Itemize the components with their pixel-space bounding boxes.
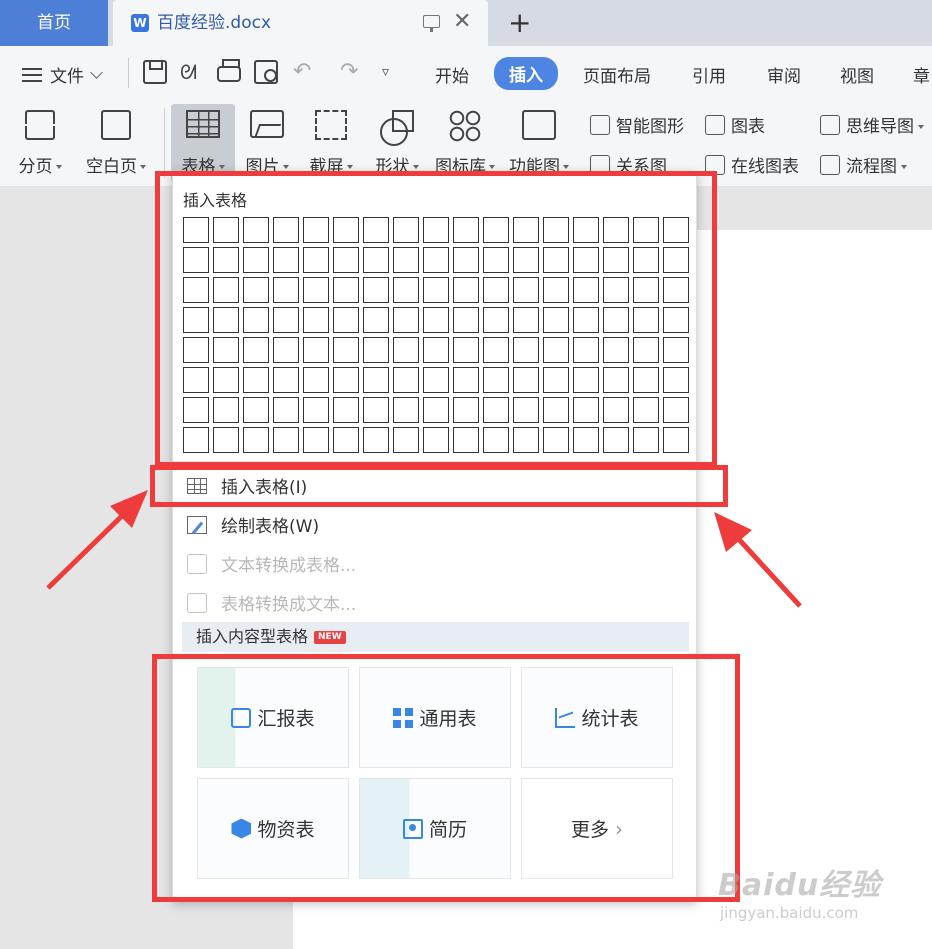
page-break-icon [23, 110, 57, 140]
table-icon [186, 110, 220, 138]
template-report-label: 汇报表 [257, 708, 315, 730]
blank-page-label: 空白页 [80, 152, 152, 177]
word-doc-icon: W [131, 14, 149, 32]
annotation-box-templates [152, 654, 740, 902]
watermark-url: jingyan.baidu.com [720, 904, 859, 922]
baidu-watermark: Baidu经验 jingyan.baidu.com [718, 860, 881, 922]
print-preview-icon[interactable] [254, 60, 278, 84]
online-chart-label: 在线图表 [731, 157, 799, 177]
line-chart-icon [555, 707, 576, 728]
print-icon[interactable] [217, 59, 241, 82]
draw-table-icon [187, 515, 207, 534]
new-tab-button[interactable]: + [508, 6, 531, 40]
mind-map-label: 思维导图 [846, 112, 924, 137]
ribbon-divider [164, 108, 165, 178]
hamburger-icon [22, 67, 42, 82]
template-resume-label: 简历 [428, 819, 467, 841]
picture-icon [250, 110, 284, 138]
table-to-text-label: 表格转换成文本... [221, 595, 357, 615]
flowchart-button[interactable]: 流程图 [820, 152, 907, 177]
file-menu-label: 文件 [50, 67, 84, 87]
undo-icon[interactable]: ↶ [293, 60, 317, 84]
text-to-table-icon [187, 553, 207, 574]
menu-insert[interactable]: 插入 [494, 57, 558, 90]
tab-home[interactable]: 首页 [0, 0, 108, 46]
online-chart-button[interactable]: 在线图表 [705, 152, 799, 177]
report-icon [231, 707, 252, 728]
template-more-label: 更多 [570, 819, 609, 841]
chart-button[interactable]: 图表 [705, 112, 765, 137]
blank-page-button[interactable]: 空白页 [80, 104, 152, 182]
menu-chapter[interactable]: 章 [913, 62, 930, 87]
template-materials-label: 物资表 [257, 819, 315, 841]
close-tab-icon[interactable]: ✕ [453, 8, 471, 36]
flowchart-icon [820, 154, 840, 175]
screenshot-icon [315, 110, 347, 140]
smart-art-label: 智能图形 [616, 117, 684, 137]
text-to-table-item: 文本转换成表格... [187, 551, 356, 576]
flowchart-label: 流程图 [846, 152, 907, 177]
blank-page-icon [101, 110, 131, 140]
annotation-box-grid [155, 171, 717, 467]
menu-bar: 文件 ᘛ ↶ ↷ ▿ 开始 插入 页面布局 引用 审阅 视图 章 [0, 46, 932, 100]
icon-library-icon [449, 110, 481, 142]
template-general-label: 通用表 [419, 708, 477, 730]
table-to-text-item: 表格转换成文本... [187, 590, 356, 615]
menu-review[interactable]: 审阅 [767, 62, 801, 87]
save-icon[interactable] [143, 60, 167, 84]
chevron-down-icon [90, 66, 103, 79]
bar-chart-icon [705, 114, 725, 135]
mind-map-button[interactable]: 思维导图 [820, 112, 924, 137]
content-table-section-header: 插入内容型表格 NEW [182, 622, 689, 652]
new-badge: NEW [314, 631, 346, 644]
smart-art-button[interactable]: 智能图形 [590, 112, 684, 137]
divider [128, 58, 129, 88]
tab-document[interactable]: W 百度经验.docx ✕ [113, 0, 488, 46]
function-chart-icon [522, 110, 556, 140]
resume-icon [402, 818, 423, 839]
table-to-text-icon [187, 592, 207, 613]
template-statistics-label: 统计表 [581, 708, 639, 730]
page-break-label: 分页 [12, 152, 68, 177]
text-to-table-label: 文本转换成表格... [221, 556, 357, 576]
document-title: 百度经验.docx [157, 13, 272, 33]
section-title: 插入内容型表格 [196, 627, 309, 646]
redo-icon[interactable]: ↷ [340, 60, 364, 84]
smart-art-icon [590, 114, 610, 135]
watermark-brand: Baidu经验 [718, 868, 882, 903]
menu-references[interactable]: 引用 [692, 62, 726, 87]
menu-start[interactable]: 开始 [435, 62, 469, 87]
mind-map-icon [820, 114, 840, 135]
page-break-button[interactable]: 分页 [12, 104, 68, 182]
arrow-left [46, 490, 148, 590]
menu-page-layout[interactable]: 页面布局 [583, 62, 651, 87]
chart-label: 图表 [731, 117, 765, 137]
shapes-icon [380, 110, 414, 146]
menu-view[interactable]: 视图 [840, 62, 874, 87]
pin-window-icon[interactable] [423, 15, 440, 32]
tab-bar: 首页 W 百度经验.docx ✕ + [0, 0, 932, 46]
file-menu[interactable]: 文件 [22, 62, 103, 87]
format-painter-icon[interactable]: ᘛ [180, 60, 204, 84]
draw-table-label: 绘制表格(W) [221, 517, 320, 537]
annotation-box-insert-table [150, 465, 728, 507]
quick-access-more-icon[interactable]: ▿ [382, 60, 406, 84]
grid-icon [393, 707, 414, 728]
draw-table-item[interactable]: 绘制表格(W) [187, 512, 319, 537]
